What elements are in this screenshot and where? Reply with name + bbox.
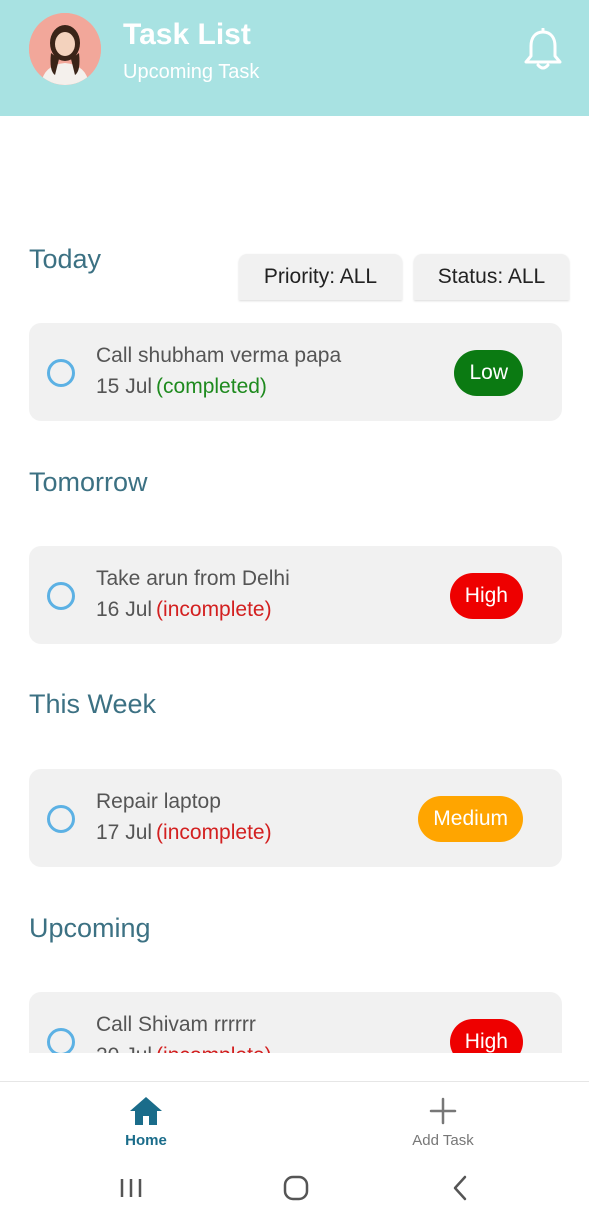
task-date-line: 20 Jul (incomplete) <box>96 1044 272 1053</box>
task-list[interactable]: Priority: ALL Status: ALL Today Call shu… <box>0 116 589 1053</box>
status-filter-button[interactable]: Status: ALL <box>414 254 569 300</box>
section-title-this-week: This Week <box>29 689 157 719</box>
bottom-nav: Home Add Task <box>0 1081 589 1159</box>
page-title: Task List <box>123 18 251 51</box>
system-nav-bar <box>0 1159 589 1221</box>
task-card[interactable]: Call shubham verma papa 15 Jul (completed… <box>29 323 562 421</box>
task-checkbox[interactable] <box>47 582 75 610</box>
home-icon <box>130 1097 162 1125</box>
notification-bell-icon[interactable] <box>522 27 564 72</box>
task-date: 15 Jul <box>96 375 153 398</box>
task-status: (completed) <box>156 375 267 398</box>
nav-home-button[interactable]: Home <box>113 1096 179 1149</box>
home-circle-icon[interactable] <box>282 1173 310 1208</box>
page-subtitle: Upcoming Task <box>123 61 260 83</box>
nav-add-task-label: Add Task <box>412 1132 474 1149</box>
section-title-upcoming: Upcoming <box>29 913 151 943</box>
recent-apps-icon[interactable] <box>118 1173 144 1208</box>
task-date: 17 Jul <box>96 821 153 844</box>
user-avatar[interactable] <box>29 13 101 85</box>
plus-icon <box>429 1097 457 1125</box>
priority-badge: Medium <box>418 796 523 842</box>
task-date: 20 Jul <box>96 1044 152 1053</box>
nav-home-label: Home <box>125 1132 167 1149</box>
task-card[interactable]: Take arun from Delhi 16 Jul (incomplete) … <box>29 546 562 644</box>
status-filter-label: Status: ALL <box>437 265 546 288</box>
section-title-tomorrow: Tomorrow <box>29 467 148 497</box>
task-title: Repair laptop <box>96 790 221 813</box>
priority-badge: High <box>449 573 523 619</box>
app-header: Task List Upcoming Task <box>0 0 589 116</box>
avatar-image <box>29 13 101 85</box>
task-date-line: 17 Jul (incomplete) <box>96 821 272 845</box>
priority-filter-label: Priority: ALL <box>263 265 378 288</box>
section-title-today: Today <box>29 244 102 274</box>
priority-badge: High <box>449 1019 523 1053</box>
task-status: (incomplete) <box>156 598 272 621</box>
priority-badge: Low <box>454 350 523 396</box>
task-title: Take arun from Delhi <box>96 567 290 590</box>
back-chevron-icon[interactable] <box>450 1173 472 1208</box>
task-date-line: 16 Jul (incomplete) <box>96 598 272 622</box>
task-status: (incomplete) <box>156 1044 272 1053</box>
task-date: 16 Jul <box>96 598 153 621</box>
task-checkbox[interactable] <box>47 1028 75 1053</box>
nav-add-task-button[interactable]: Add Task <box>398 1096 488 1149</box>
task-checkbox[interactable] <box>47 359 75 387</box>
task-card[interactable]: Repair laptop 17 Jul (incomplete) Medium <box>29 769 562 867</box>
task-checkbox[interactable] <box>47 805 75 833</box>
task-date-line: 15 Jul (completed) <box>96 375 267 399</box>
priority-filter-button[interactable]: Priority: ALL <box>239 254 402 300</box>
task-title: Call Shivam rrrrrr <box>96 1013 256 1036</box>
task-title: Call shubham verma papa <box>96 344 342 367</box>
task-status: (incomplete) <box>156 821 272 844</box>
task-card[interactable]: Call Shivam rrrrrr 20 Jul (incomplete) Hi… <box>29 992 562 1053</box>
